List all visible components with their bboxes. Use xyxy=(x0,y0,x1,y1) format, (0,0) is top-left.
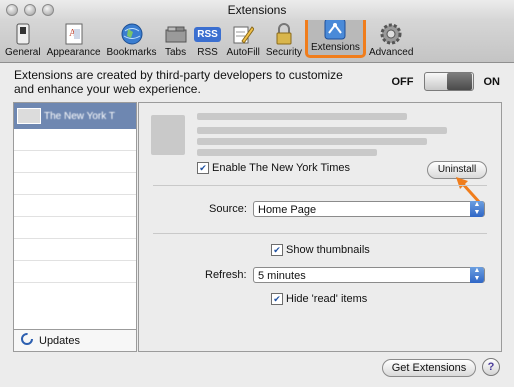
hide-read-checkbox[interactable]: ✔ Hide 'read' items xyxy=(271,293,367,305)
get-extensions-button[interactable]: Get Extensions xyxy=(382,359,476,377)
list-item xyxy=(14,173,136,195)
refresh-label: Refresh: xyxy=(205,269,247,281)
extensions-toggle[interactable] xyxy=(423,72,474,91)
window-controls xyxy=(6,4,54,16)
rss-icon: RSS xyxy=(194,22,221,46)
tab-advanced[interactable]: Advanced xyxy=(366,20,416,60)
select-arrows-icon: ▲ ▼ xyxy=(470,267,484,283)
globe-icon xyxy=(119,22,145,46)
tab-rss[interactable]: RSS RSS xyxy=(192,20,224,60)
list-item xyxy=(14,195,136,217)
toolbar: General A Appearance Bookmarks Tabs RSS … xyxy=(0,14,514,63)
list-item xyxy=(14,239,136,261)
close-button[interactable] xyxy=(6,4,18,16)
extension-details: ✔ Enable The New York Times Uninstall So… xyxy=(138,102,502,352)
tab-general[interactable]: General xyxy=(2,20,44,60)
lock-icon xyxy=(271,22,297,46)
select-arrows-icon: ▲ ▼ xyxy=(470,201,484,217)
preferences-window: Extensions General A Appearance Bookmark… xyxy=(0,0,514,387)
on-label: ON xyxy=(483,75,501,88)
checkmark-icon: ✔ xyxy=(197,162,209,174)
divider xyxy=(153,233,487,234)
refresh-select[interactable]: 5 minutes ▲ ▼ xyxy=(253,267,485,283)
list-item xyxy=(14,217,136,239)
refresh-icon xyxy=(20,332,34,349)
tab-extensions[interactable]: Extensions xyxy=(305,14,366,58)
switch-icon xyxy=(10,22,36,46)
extension-thumbnail xyxy=(151,115,185,155)
intro-text: Extensions are created by third-party de… xyxy=(14,68,343,96)
enable-label: Enable The New York Times xyxy=(212,162,350,174)
extension-thumb-icon xyxy=(17,108,41,124)
checkmark-icon: ✔ xyxy=(271,293,283,305)
gear-icon xyxy=(378,22,404,46)
tab-appearance[interactable]: A Appearance xyxy=(44,20,104,60)
show-thumbnails-checkbox[interactable]: ✔ Show thumbnails xyxy=(271,244,370,256)
updates-button[interactable]: Updates xyxy=(14,329,136,351)
extension-description xyxy=(197,113,407,120)
source-label: Source: xyxy=(209,203,247,215)
tabs-icon xyxy=(163,22,189,46)
font-book-icon: A xyxy=(61,22,87,46)
updates-label: Updates xyxy=(39,334,80,347)
tab-security[interactable]: Security xyxy=(263,20,305,60)
tab-tabs[interactable]: Tabs xyxy=(160,20,192,60)
pencil-form-icon xyxy=(230,22,256,46)
source-select[interactable]: Home Page ▲ ▼ xyxy=(253,201,485,217)
tab-bookmarks[interactable]: Bookmarks xyxy=(104,20,160,60)
extensions-puzzle-icon xyxy=(322,17,348,41)
list-item xyxy=(14,129,136,151)
toggle-knob[interactable] xyxy=(446,73,472,90)
minimize-button[interactable] xyxy=(24,4,36,16)
title-bar: Extensions xyxy=(0,0,514,20)
extensions-switch: OFF ON xyxy=(391,72,501,91)
off-label: OFF xyxy=(391,75,414,88)
tab-autofill[interactable]: AutoFill xyxy=(224,20,263,60)
help-button[interactable]: ? xyxy=(482,358,500,376)
window-title: Extensions xyxy=(227,3,287,17)
zoom-button[interactable] xyxy=(42,4,54,16)
divider xyxy=(153,185,487,186)
checkmark-icon: ✔ xyxy=(271,244,283,256)
enable-checkbox[interactable]: ✔ Enable The New York Times xyxy=(197,162,350,174)
extensions-list: The New York T Updates xyxy=(13,102,137,352)
list-item xyxy=(14,261,136,283)
list-item-label: The New York T xyxy=(44,110,115,122)
list-item-nytimes[interactable]: The New York T xyxy=(14,103,136,129)
list-item xyxy=(14,151,136,173)
